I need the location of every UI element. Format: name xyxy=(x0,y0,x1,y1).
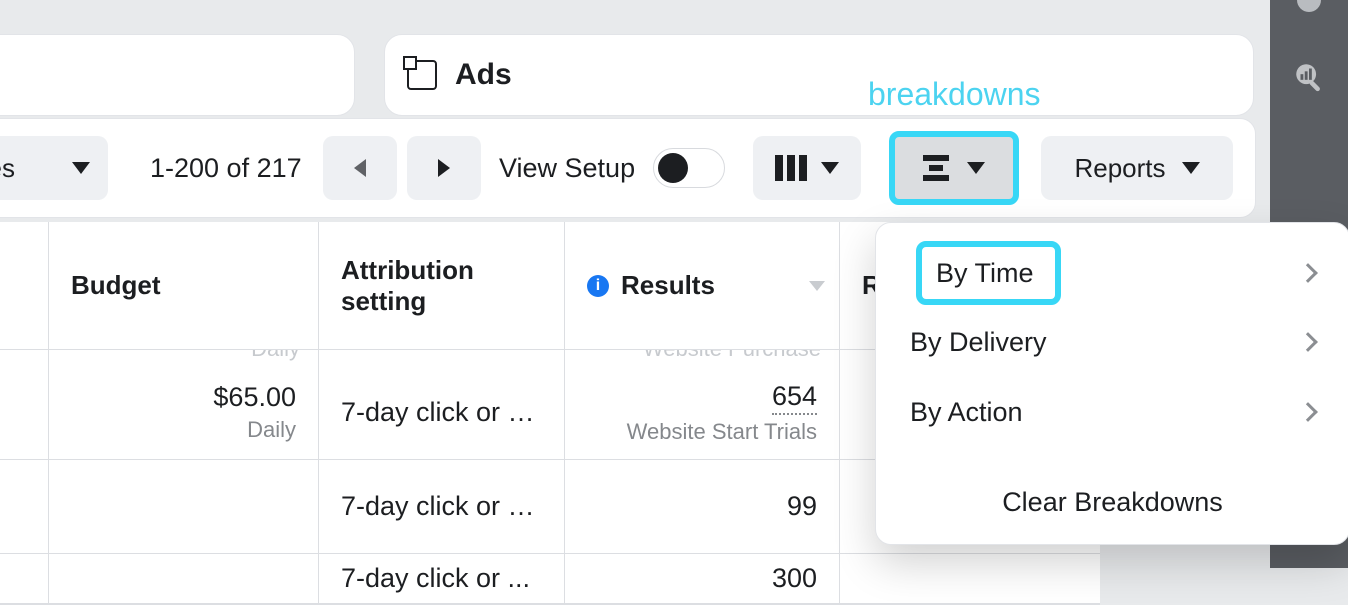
rail-avatar[interactable] xyxy=(1297,0,1321,12)
columns-dropdown[interactable] xyxy=(753,136,861,200)
view-setup-label: View Setup xyxy=(499,153,635,184)
chevron-right-icon xyxy=(1298,332,1318,352)
by-action-label: By Action xyxy=(910,397,1023,428)
clear-breakdowns[interactable]: Clear Breakdowns xyxy=(888,471,1337,526)
pagination-prev[interactable] xyxy=(323,136,397,200)
view-setup-toggle[interactable] xyxy=(653,148,725,188)
sort-desc-icon xyxy=(809,281,825,291)
toggle-knob xyxy=(658,153,688,183)
results-header-label: Results xyxy=(621,270,715,301)
chevron-down-icon xyxy=(821,162,839,174)
reports-label: Reports xyxy=(1074,153,1165,184)
column-header-budget[interactable]: Budget xyxy=(49,222,319,349)
table-row[interactable]: 7-day click or ... 300 xyxy=(0,554,1100,604)
by-time-label: By Time xyxy=(936,258,1034,289)
toolbar: iles 1-200 of 217 View Setup Reports xyxy=(0,118,1256,218)
analytics-search-icon[interactable] xyxy=(1292,60,1326,94)
attribution-value: 7-day click or … xyxy=(341,491,542,522)
chevron-down-icon xyxy=(1182,162,1200,174)
breakdowns-menu: By Time By Delivery By Action Clear Brea… xyxy=(875,222,1348,545)
budget-sublabel: Daily xyxy=(247,417,296,443)
attribution-header-label: Attribution setting xyxy=(341,255,542,317)
view-setup-toggle-group: View Setup xyxy=(499,148,725,188)
budget-value: $65.00 xyxy=(213,382,296,413)
chevron-right-icon xyxy=(1298,402,1318,422)
results-sublabel: Website Start Trials xyxy=(627,419,817,445)
pagination-next[interactable] xyxy=(407,136,481,200)
attribution-value: 7-day click or … xyxy=(341,397,542,428)
columns-icon xyxy=(775,155,807,181)
breakdowns-dropdown[interactable] xyxy=(889,131,1019,205)
reports-dropdown[interactable]: Reports xyxy=(1041,136,1233,200)
ads-tab-panel[interactable]: Ads xyxy=(384,34,1254,116)
ghost-results-sub: Website Purchase xyxy=(643,350,821,362)
info-icon[interactable]: i xyxy=(587,275,609,297)
column-header-attribution[interactable]: Attribution setting xyxy=(319,222,565,349)
chevron-down-icon xyxy=(72,162,90,174)
chevron-down-icon xyxy=(967,162,985,174)
budget-header-label: Budget xyxy=(71,270,161,301)
triangle-right-icon xyxy=(438,159,450,177)
by-delivery-label: By Delivery xyxy=(910,327,1047,358)
rules-dropdown[interactable]: iles xyxy=(0,136,108,200)
row-name-fragment: ne xyxy=(0,397,26,428)
breakdown-by-delivery[interactable]: By Delivery xyxy=(888,309,1337,375)
breakdown-by-action[interactable]: By Action xyxy=(888,379,1337,445)
column-header-hidden[interactable] xyxy=(0,222,49,349)
annotation-breakdowns: breakdowns xyxy=(868,76,1041,113)
ads-icon xyxy=(407,60,437,90)
ads-tab-label: Ads xyxy=(455,58,512,92)
pagination-counter: 1-200 of 217 xyxy=(150,153,302,184)
ghost-budget-sub: Daily xyxy=(251,350,300,362)
results-value: 654 xyxy=(772,381,817,415)
triangle-left-icon xyxy=(354,159,366,177)
clear-breakdowns-label: Clear Breakdowns xyxy=(1002,487,1223,517)
breakdowns-icon xyxy=(923,155,949,181)
column-header-results[interactable]: i Results xyxy=(565,222,840,349)
breakdown-by-time[interactable]: By Time xyxy=(888,241,1337,305)
results-value: 99 xyxy=(787,491,817,522)
rules-label-fragment: iles xyxy=(0,153,15,184)
chevron-right-icon xyxy=(1298,263,1318,283)
previous-tab-panel xyxy=(0,34,355,116)
